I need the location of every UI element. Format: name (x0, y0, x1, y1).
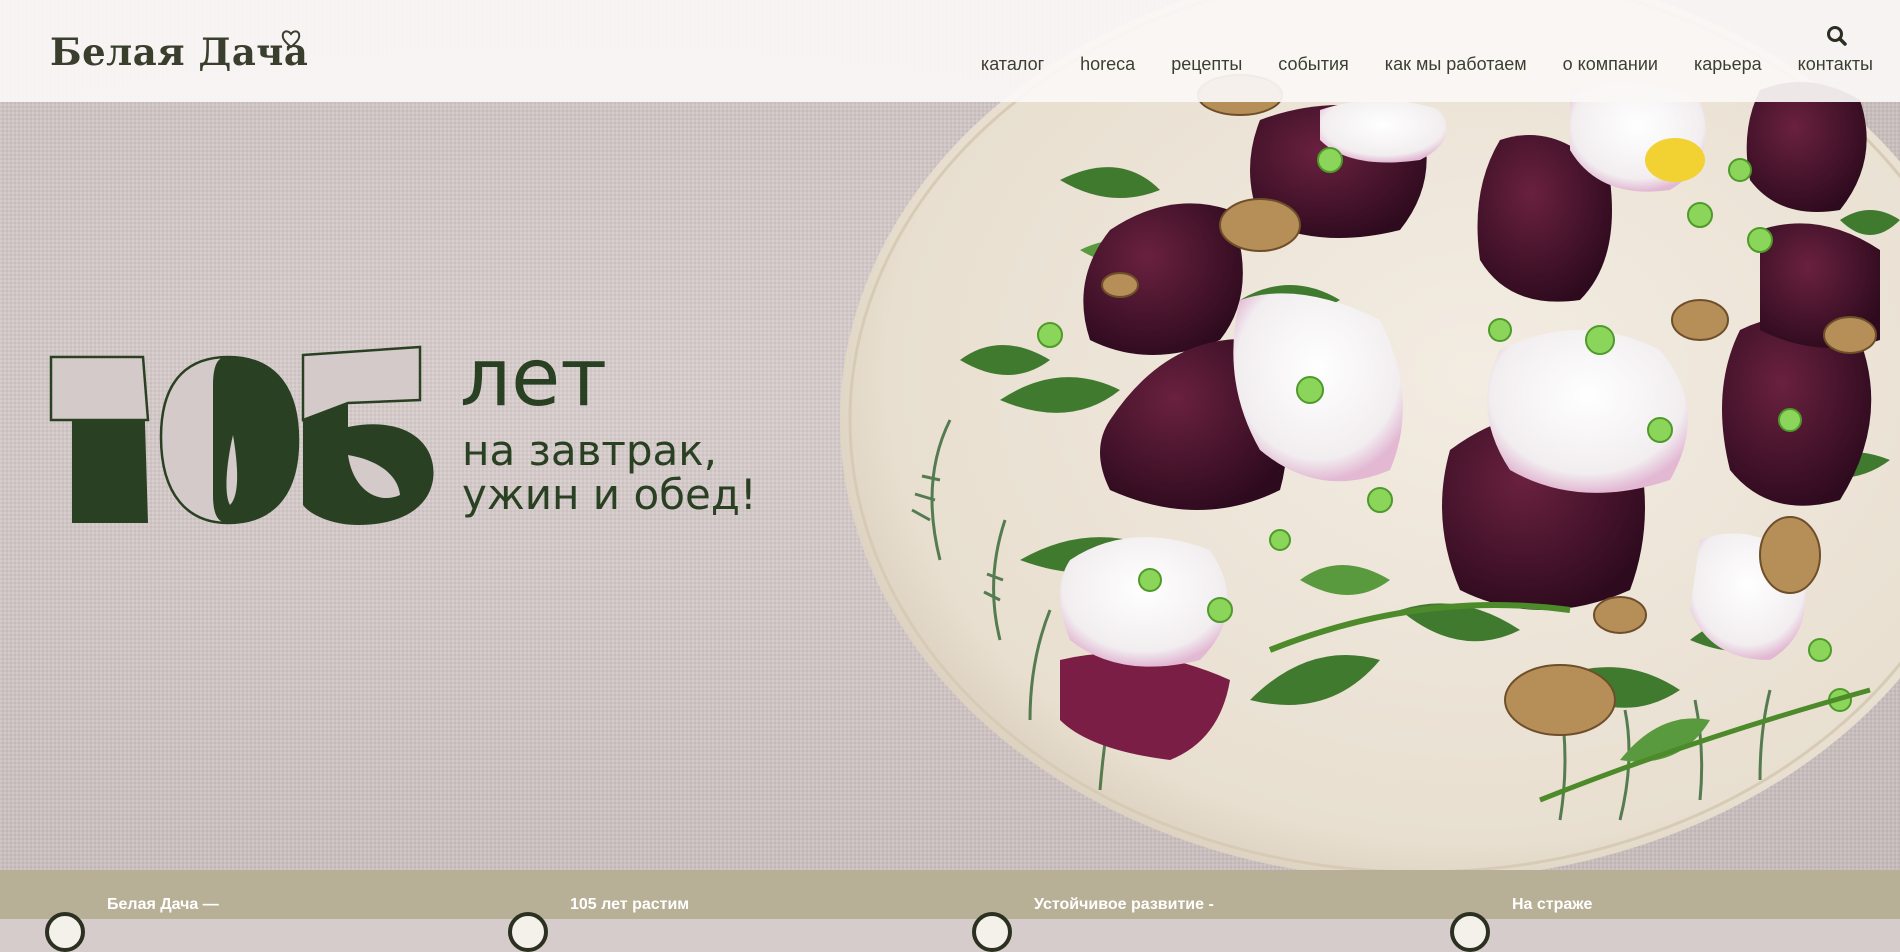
feature-circle-icon (972, 912, 1012, 952)
nav-item-horeca[interactable]: horeca (1080, 54, 1135, 75)
site-header: Белая Дача каталог horeca рецепты событи… (0, 0, 1900, 102)
heart-icon (281, 30, 301, 49)
hero-years-label: лет (460, 331, 607, 424)
nav-item-contacts[interactable]: контакты (1798, 54, 1873, 75)
feature-title: 105 лет растим (570, 896, 690, 913)
nav-item-events[interactable]: события (1278, 54, 1349, 75)
feature-circle-icon (45, 912, 85, 952)
feature-circle-icon (508, 912, 548, 952)
feature-title: Устойчивое развитие - (1034, 896, 1214, 913)
nav-item-about[interactable]: о компании (1563, 54, 1658, 75)
hero-number-105 (49, 345, 434, 525)
feature-title: Белая Дача — (107, 896, 219, 913)
main-nav: каталог horeca рецепты события как мы ра… (981, 54, 1873, 75)
feature-title: На страже (1512, 896, 1593, 913)
hero-subtitle-line1: на завтрак, (462, 426, 717, 475)
nav-item-careers[interactable]: карьера (1694, 54, 1762, 75)
nav-item-catalog[interactable]: каталог (981, 54, 1044, 75)
brand-logo[interactable]: Белая Дача (50, 30, 308, 74)
nav-item-recipes[interactable]: рецепты (1171, 54, 1242, 75)
hero-subtitle-line2: ужин и обед! (462, 470, 757, 519)
features-strip: Белая Дача — 105 лет растим Устойчивое р… (0, 870, 1900, 952)
search-icon[interactable] (1826, 25, 1848, 47)
feature-circle-icon (1450, 912, 1490, 952)
nav-item-how-we-work[interactable]: как мы работаем (1385, 54, 1527, 75)
